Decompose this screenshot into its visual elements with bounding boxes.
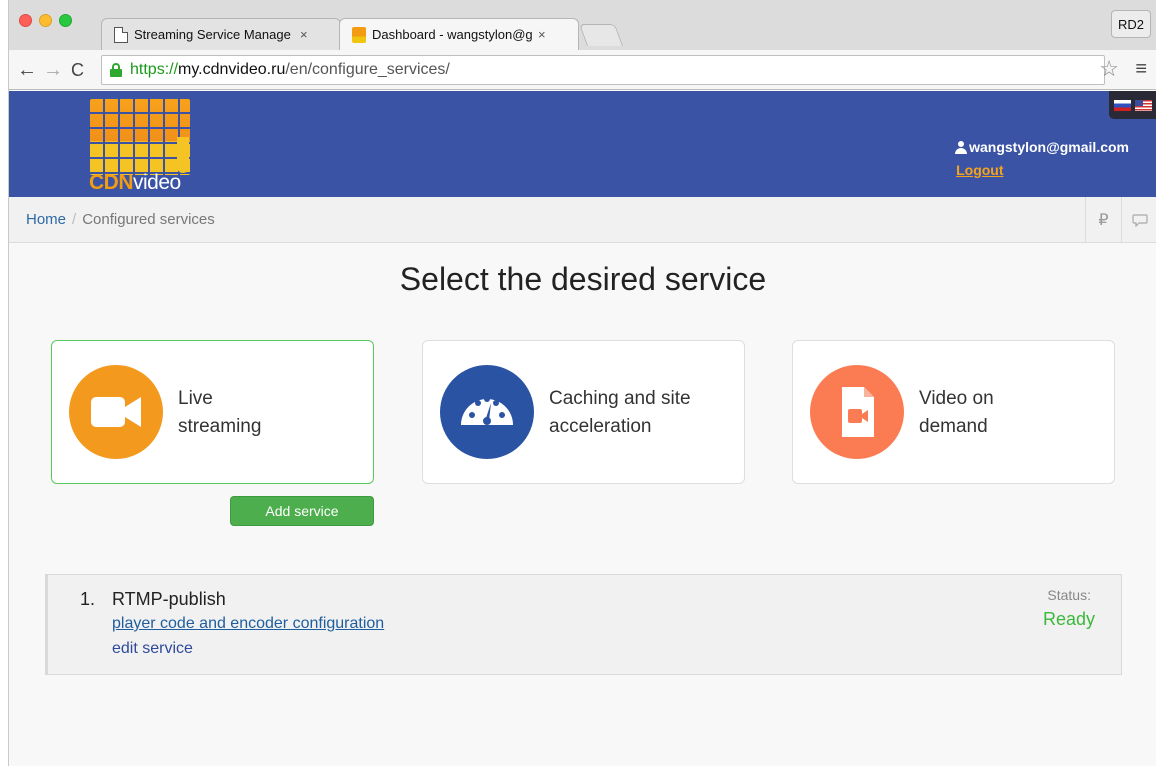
service-name: RTMP-publish <box>112 589 226 609</box>
hamburger-menu-icon[interactable]: ≡ <box>1135 58 1147 80</box>
cdnvideo-favicon-icon <box>352 26 366 43</box>
tab-dashboard[interactable]: Dashboard - wangstylon@g × <box>339 18 579 50</box>
window-minimize-button[interactable] <box>39 14 52 27</box>
back-arrow-icon[interactable]: ← <box>17 56 37 84</box>
russian-flag-icon[interactable] <box>1114 99 1131 111</box>
service-number: 1. <box>80 589 96 609</box>
logo-text: CDNvideo <box>89 171 181 194</box>
configured-service-item: 1. RTMP-publish player code and encoder … <box>45 574 1122 675</box>
chat-bubble-icon[interactable] <box>1121 197 1156 243</box>
us-flag-icon[interactable] <box>1135 99 1152 111</box>
ruble-billing-icon[interactable]: ₽ <box>1085 197 1121 243</box>
window-close-button[interactable] <box>19 14 32 27</box>
profile-button[interactable]: RD2 <box>1111 10 1151 38</box>
lock-icon <box>110 63 122 77</box>
cdnvideo-logo[interactable]: CDNvideo <box>87 97 197 194</box>
language-switcher[interactable] <box>1109 91 1156 119</box>
status-label: Status: <box>1047 587 1091 603</box>
elephant-trunk-icon <box>177 137 189 173</box>
tab-close-icon[interactable]: × <box>538 27 546 42</box>
url-path: /en/configure_services/ <box>285 61 450 78</box>
tab-close-icon[interactable]: × <box>300 27 308 42</box>
bookmark-star-icon[interactable]: ☆ <box>1099 58 1119 80</box>
breadcrumb-current: Configured services <box>82 211 215 228</box>
status-badge: Ready <box>1042 609 1095 629</box>
user-icon <box>955 140 968 154</box>
breadcrumb-separator: / <box>72 211 77 228</box>
tab-streaming-service[interactable]: Streaming Service Manage × <box>101 18 341 50</box>
add-service-button[interactable]: Add service <box>230 496 374 526</box>
tab-strip: Streaming Service Manage × Dashboard - w… <box>9 0 1156 50</box>
video-camera-icon <box>69 365 163 459</box>
browser-toolbar: ← → C https://my.cdnvideo.ru/en/configur… <box>9 50 1156 90</box>
user-email: wangstylon@gmail.com <box>955 139 1129 155</box>
page-viewport: CDNvideo wangstylon@gmail.com Logout Hom… <box>9 91 1156 766</box>
breadcrumb: Home / Configured services <box>26 211 215 228</box>
tab-title: Streaming Service Manage <box>134 27 291 42</box>
page-icon <box>114 26 128 43</box>
browser-window: Streaming Service Manage × Dashboard - w… <box>8 0 1156 766</box>
page-title: Select the desired service <box>399 261 767 297</box>
service-card-label: Video on demand <box>919 388 994 437</box>
service-card-label: Caching and site acceleration <box>549 388 691 437</box>
service-card-video-on-demand[interactable]: Video on demand <box>792 340 1115 484</box>
user-block: wangstylon@gmail.com Logout <box>955 139 1129 180</box>
video-file-icon <box>810 365 904 459</box>
address-bar[interactable]: https://my.cdnvideo.ru/en/configure_serv… <box>101 55 1105 85</box>
logout-link[interactable]: Logout <box>956 162 1003 178</box>
service-card-live-streaming[interactable]: Live streaming <box>51 340 374 484</box>
service-card-label: Live streaming <box>178 388 262 437</box>
elephant-grid-logo-icon <box>90 99 190 175</box>
site-header: CDNvideo wangstylon@gmail.com Logout <box>9 91 1156 197</box>
new-tab-button[interactable] <box>578 24 624 46</box>
speedometer-icon <box>440 365 534 459</box>
reload-icon[interactable]: C <box>71 56 84 84</box>
url-scheme: https:// <box>130 61 179 78</box>
user-email-text: wangstylon@gmail.com <box>969 139 1129 155</box>
forward-arrow-icon[interactable]: → <box>43 56 63 84</box>
player-code-link[interactable]: player code and encoder configuration <box>112 615 384 633</box>
url-host: my.cdnvideo.ru <box>178 61 286 78</box>
window-maximize-button[interactable] <box>59 14 72 27</box>
breadcrumb-bar: Home / Configured services ₽ <box>9 197 1156 243</box>
breadcrumb-home-link[interactable]: Home <box>26 211 66 228</box>
edit-service-link[interactable]: edit service <box>112 640 193 658</box>
service-card-caching[interactable]: Caching and site acceleration <box>422 340 745 484</box>
tab-title: Dashboard - wangstylon@g <box>372 27 532 42</box>
